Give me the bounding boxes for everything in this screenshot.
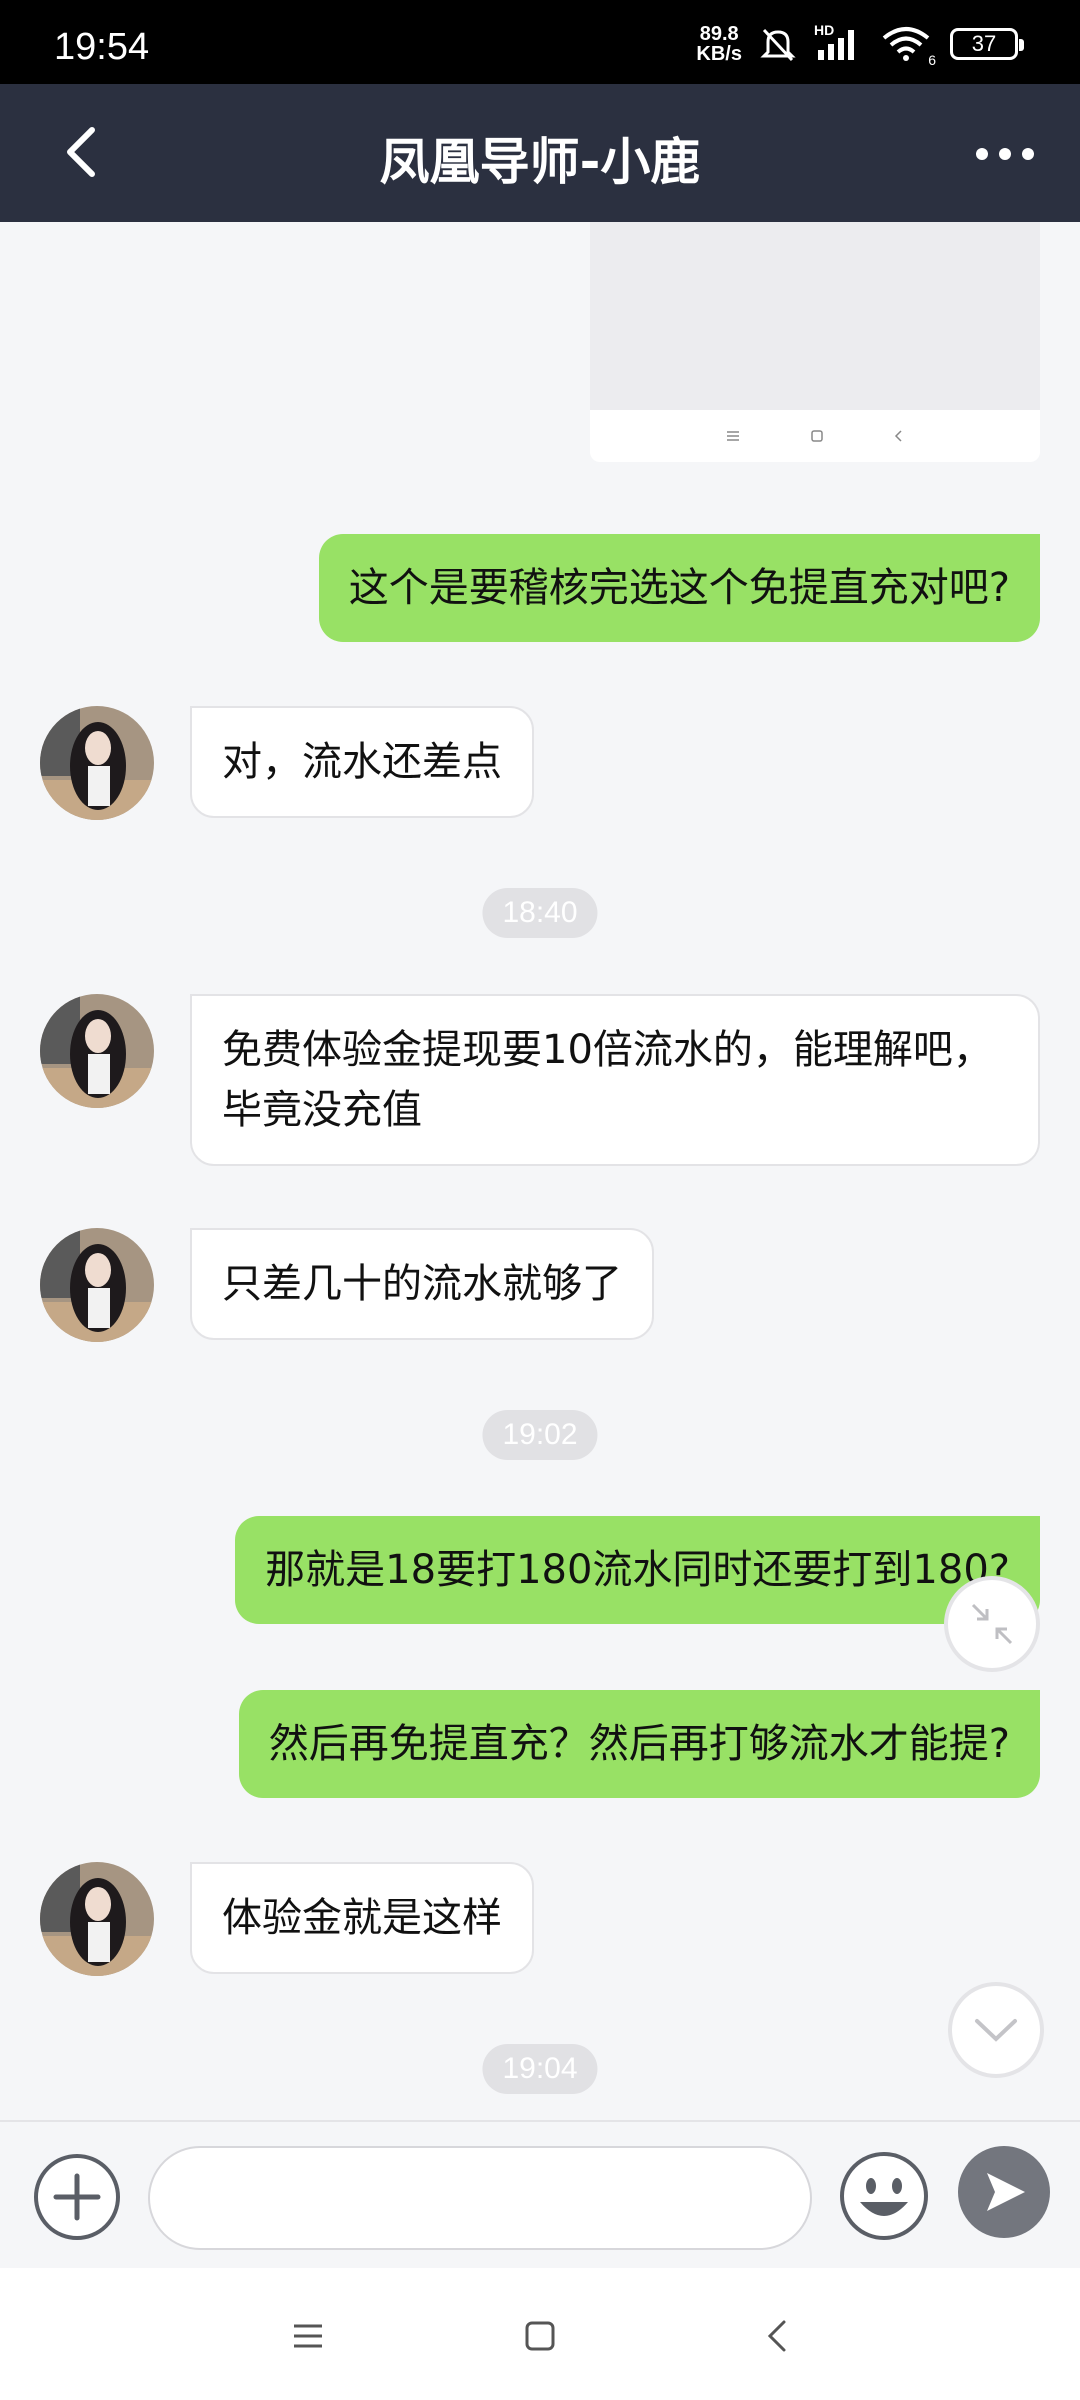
message-input-bar bbox=[0, 2120, 1080, 2268]
chevron-down-icon bbox=[975, 2019, 1017, 2042]
timestamp-chip: 18:40 bbox=[482, 888, 598, 938]
mute-bell-icon bbox=[760, 28, 796, 62]
collapse-arrows-icon bbox=[971, 1603, 1013, 1645]
message-input[interactable] bbox=[148, 2146, 812, 2250]
wifi-icon: 6 bbox=[882, 26, 936, 68]
network-speed: 89.8 KB/s bbox=[696, 23, 742, 65]
contact-message-bubble[interactable]: 只差几十的流水就够了 bbox=[190, 1228, 654, 1340]
contact-avatar[interactable] bbox=[40, 1228, 154, 1342]
image-content bbox=[590, 222, 1040, 410]
chat-header: 凤凰导师-小鹿 bbox=[0, 84, 1080, 222]
status-time: 19:54 bbox=[54, 26, 150, 68]
battery-icon: 37 bbox=[950, 28, 1024, 60]
send-button[interactable] bbox=[958, 2146, 1050, 2238]
plus-circle-icon[interactable] bbox=[32, 2152, 122, 2242]
contact-avatar[interactable] bbox=[40, 706, 154, 820]
menu-icon bbox=[726, 431, 739, 441]
home-square-icon[interactable] bbox=[512, 2308, 568, 2364]
cell-signal-icon: HD bbox=[814, 22, 864, 62]
image-nav-bar bbox=[590, 410, 1040, 462]
contact-avatar[interactable] bbox=[40, 1862, 154, 1976]
chat-message-list[interactable]: 这个是要稽核完选这个免提直充对吧? 对，流水还差点 18:40 免费体验金提现要… bbox=[0, 222, 1080, 2120]
scroll-down-button[interactable] bbox=[948, 1982, 1044, 2078]
more-dots-icon[interactable] bbox=[970, 134, 1040, 174]
status-icons: 89.8 KB/s HD 6 37 bbox=[696, 22, 1024, 68]
smiley-icon[interactable] bbox=[838, 2150, 930, 2242]
my-message-bubble[interactable]: 这个是要稽核完选这个免提直充对吧? bbox=[318, 534, 1040, 642]
chat-title: 凤凰导师-小鹿 bbox=[379, 133, 701, 191]
image-message[interactable] bbox=[590, 222, 1040, 462]
my-message-bubble[interactable]: 那就是18要打180流水同时还要打到180? bbox=[235, 1516, 1040, 1624]
contact-message-bubble[interactable]: 免费体验金提现要10倍流水的，能理解吧，毕竟没充值 bbox=[190, 994, 1040, 1166]
collapse-button[interactable] bbox=[944, 1576, 1040, 1672]
timestamp-chip: 19:04 bbox=[482, 2044, 598, 2094]
my-message-bubble[interactable]: 然后再免提直充？然后再打够流水才能提? bbox=[238, 1690, 1040, 1798]
contact-message-bubble[interactable]: 体验金就是这样 bbox=[190, 1862, 534, 1974]
system-nav-bar bbox=[0, 2268, 1080, 2400]
contact-avatar[interactable] bbox=[40, 994, 154, 1108]
recent-apps-menu-icon[interactable] bbox=[280, 2308, 336, 2364]
home-square-icon bbox=[811, 430, 823, 442]
timestamp-chip: 19:02 bbox=[482, 1410, 598, 1460]
send-arrow-icon bbox=[987, 2173, 1025, 2211]
system-back-icon[interactable] bbox=[750, 2308, 806, 2364]
contact-message-bubble[interactable]: 对，流水还差点 bbox=[190, 706, 534, 818]
back-chevron-small-icon bbox=[895, 430, 902, 442]
status-bar: 19:54 89.8 KB/s HD 6 37 bbox=[0, 0, 1080, 84]
